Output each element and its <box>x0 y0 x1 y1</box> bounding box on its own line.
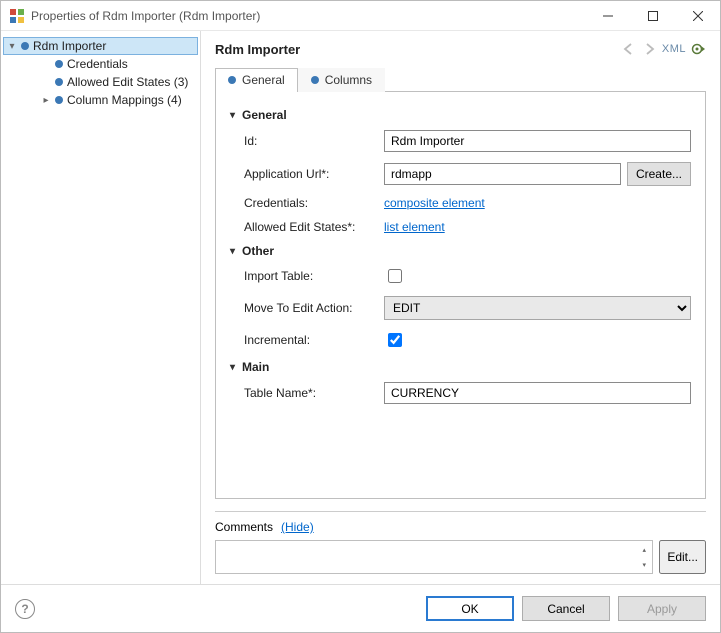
tree-label: Column Mappings (4) <box>67 93 182 107</box>
apply-button[interactable]: Apply <box>618 596 706 621</box>
dialog-footer: ? OK Cancel Apply <box>1 584 720 632</box>
page-title: Rdm Importer <box>215 42 618 57</box>
titlebar: Properties of Rdm Importer (Rdm Importer… <box>1 1 720 31</box>
label-credentials: Credentials: <box>244 196 384 210</box>
cancel-button[interactable]: Cancel <box>522 596 610 621</box>
label-import-table: Import Table: <box>244 269 384 283</box>
ok-button[interactable]: OK <box>426 596 514 621</box>
nav-forward-icon[interactable] <box>642 42 658 56</box>
chevron-down-icon: ▾ <box>230 246 242 257</box>
label-move-action: Move To Edit Action: <box>244 301 384 315</box>
app-url-input[interactable] <box>384 163 621 185</box>
comments-spinner[interactable]: ▴ ▾ <box>637 542 651 572</box>
label-incremental: Incremental: <box>244 333 384 347</box>
comments-edit-button[interactable]: Edit... <box>659 540 706 574</box>
close-button[interactable] <box>675 1 720 30</box>
bullet-icon <box>55 78 63 86</box>
row-credentials: Credentials: composite element <box>244 196 691 210</box>
allowed-states-link[interactable]: list element <box>384 220 445 234</box>
tab-bar: General Columns <box>215 67 706 92</box>
chevron-right-icon[interactable]: ▸ <box>39 95 53 106</box>
xml-view-button[interactable]: XML <box>662 43 686 55</box>
tree-item-credentials[interactable]: Credentials <box>21 55 198 73</box>
comments-area: Comments (Hide) ▴ ▾ Edit... <box>215 511 706 574</box>
table-name-input[interactable] <box>384 382 691 404</box>
bullet-icon <box>55 96 63 104</box>
app-icon <box>9 8 25 24</box>
section-general[interactable]: ▾ General <box>230 108 691 122</box>
label-id: Id: <box>244 134 384 148</box>
tab-panel: ▾ General Id: Application Url*: Create..… <box>215 92 706 499</box>
comments-label: Comments <box>215 520 273 534</box>
tab-general[interactable]: General <box>215 68 298 92</box>
row-app-url: Application Url*: Create... <box>244 162 691 186</box>
section-title: Main <box>242 360 269 374</box>
label-app-url: Application Url*: <box>244 167 384 181</box>
spin-down-icon[interactable]: ▾ <box>637 557 651 572</box>
window-controls <box>585 1 720 30</box>
nav-back-icon[interactable] <box>622 42 638 56</box>
create-button[interactable]: Create... <box>627 162 691 186</box>
row-import-table: Import Table: <box>244 266 691 286</box>
window-title: Properties of Rdm Importer (Rdm Importer… <box>31 9 585 23</box>
id-input[interactable] <box>384 130 691 152</box>
tab-columns[interactable]: Columns <box>298 68 385 92</box>
row-table-name: Table Name*: <box>244 382 691 404</box>
tree-item-column-mappings[interactable]: ▸ Column Mappings (4) <box>21 91 198 109</box>
nav-tree[interactable]: ▾ Rdm Importer Credentials Allowed Edit … <box>1 31 201 584</box>
row-move-action: Move To Edit Action: EDIT <box>244 296 691 320</box>
dialog-body: ▾ Rdm Importer Credentials Allowed Edit … <box>1 31 720 584</box>
bullet-icon <box>311 76 319 84</box>
tab-label: General <box>242 73 285 87</box>
row-incremental: Incremental: <box>244 330 691 350</box>
section-other[interactable]: ▾ Other <box>230 244 691 258</box>
comments-text[interactable]: ▴ ▾ <box>215 540 653 574</box>
tree-item-allowed-edit-states[interactable]: Allowed Edit States (3) <box>21 73 198 91</box>
label-table-name: Table Name*: <box>244 386 384 400</box>
content-header: Rdm Importer XML <box>215 41 706 57</box>
label-allowed-states: Allowed Edit States*: <box>244 220 384 234</box>
row-id: Id: <box>244 130 691 152</box>
dialog-window: Properties of Rdm Importer (Rdm Importer… <box>0 0 721 633</box>
section-title: General <box>242 108 287 122</box>
bullet-icon <box>228 76 236 84</box>
row-allowed-states: Allowed Edit States*: list element <box>244 220 691 234</box>
import-table-checkbox[interactable] <box>388 269 402 283</box>
tree-label: Rdm Importer <box>33 39 106 53</box>
bullet-icon <box>55 60 63 68</box>
chevron-down-icon: ▾ <box>230 110 242 121</box>
tree-label: Credentials <box>67 57 128 71</box>
section-main[interactable]: ▾ Main <box>230 360 691 374</box>
chevron-down-icon[interactable]: ▾ <box>5 41 19 52</box>
help-icon[interactable]: ? <box>15 599 35 619</box>
spin-up-icon[interactable]: ▴ <box>637 542 651 557</box>
section-title: Other <box>242 244 274 258</box>
gear-run-icon[interactable] <box>690 41 706 57</box>
chevron-down-icon: ▾ <box>230 362 242 373</box>
comments-hide-link[interactable]: (Hide) <box>281 520 314 534</box>
tab-label: Columns <box>325 73 372 87</box>
move-action-select[interactable]: EDIT <box>384 296 691 320</box>
maximize-button[interactable] <box>630 1 675 30</box>
credentials-link[interactable]: composite element <box>384 196 485 210</box>
comments-header: Comments (Hide) <box>215 520 706 534</box>
minimize-button[interactable] <box>585 1 630 30</box>
tree-item-root[interactable]: ▾ Rdm Importer <box>3 37 198 55</box>
bullet-icon <box>21 42 29 50</box>
tree-label: Allowed Edit States (3) <box>67 75 188 89</box>
main-content: Rdm Importer XML General Columns ▾ <box>201 31 720 584</box>
incremental-checkbox[interactable] <box>388 333 402 347</box>
